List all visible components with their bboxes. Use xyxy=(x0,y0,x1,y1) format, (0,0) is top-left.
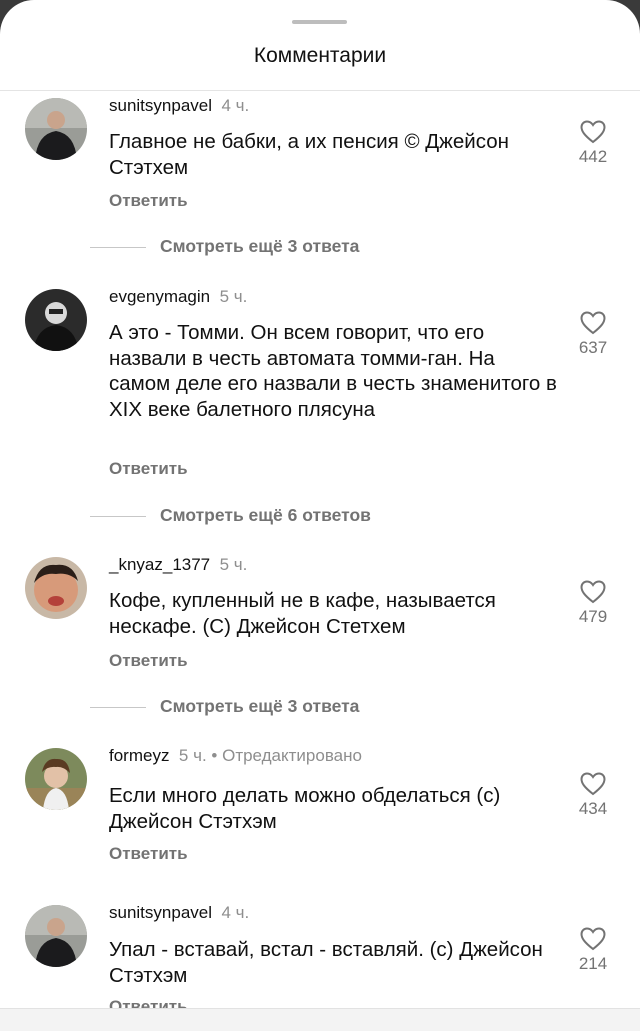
comment-text: Если много делать можно обделаться (с) Д… xyxy=(109,784,501,833)
view-more-replies-label: Смотреть ещё 3 ответа xyxy=(160,696,360,716)
comments-sheet: Комментарии sunitsynpavel 4 ч. Главное н… xyxy=(0,0,640,1031)
heart-icon[interactable] xyxy=(580,927,606,951)
avatar[interactable] xyxy=(25,98,87,160)
like-control: 434 xyxy=(568,772,618,819)
comment-username[interactable]: _knyaz_1377 xyxy=(109,555,210,574)
view-more-replies[interactable]: Смотреть ещё 6 ответов xyxy=(90,505,371,526)
comment-meta: _knyaz_1377 5 ч. xyxy=(109,555,247,575)
like-control: 479 xyxy=(568,580,618,627)
like-control: 637 xyxy=(568,311,618,358)
comment-meta: formeyz 5 ч. • Отредактировано xyxy=(109,746,362,766)
comment-username[interactable]: evgenymagin xyxy=(109,287,210,306)
like-control: 214 xyxy=(568,927,618,974)
edited-label: • Отредактировано xyxy=(211,746,362,765)
comment-text: Кофе, купленный не в кафе, называется не… xyxy=(109,589,496,638)
like-count: 214 xyxy=(578,954,608,973)
like-count: 479 xyxy=(578,607,608,626)
comment-meta: sunitsynpavel 4 ч. xyxy=(109,903,249,923)
like-count: 434 xyxy=(578,799,608,818)
like-count: 442 xyxy=(578,147,608,166)
reply-button[interactable]: Ответить xyxy=(109,191,188,211)
heart-icon[interactable] xyxy=(580,580,606,604)
comment-meta: sunitsynpavel 4 ч. xyxy=(109,96,249,116)
reply-button[interactable]: Ответить xyxy=(109,459,188,479)
comment-text: Упал - вставай, встал - вставляй. (с) Дж… xyxy=(109,938,543,987)
view-more-replies[interactable]: Смотреть ещё 3 ответа xyxy=(90,696,359,717)
sheet-drag-handle[interactable] xyxy=(292,20,347,24)
heart-icon[interactable] xyxy=(580,120,606,144)
comment-time: 5 ч. xyxy=(219,555,248,574)
view-more-replies-label: Смотреть ещё 3 ответа xyxy=(160,236,360,256)
comment-text: А это - Томми. Он всем говорит, что его … xyxy=(109,321,557,421)
page-title: Комментарии xyxy=(253,44,387,67)
avatar[interactable] xyxy=(25,748,87,810)
comment-time: 5 ч. xyxy=(178,746,207,765)
comment-time: 5 ч. xyxy=(219,287,248,306)
comment-text: Главное не бабки, а их пенсия © Джейсон … xyxy=(109,130,509,179)
avatar[interactable] xyxy=(25,289,87,351)
like-control: 442 xyxy=(568,120,618,167)
comment-time: 4 ч. xyxy=(221,96,250,115)
comment-username[interactable]: sunitsynpavel xyxy=(109,903,212,922)
heart-icon[interactable] xyxy=(580,772,606,796)
view-more-replies-label: Смотреть ещё 6 ответов xyxy=(160,505,371,525)
comment-username[interactable]: formeyz xyxy=(109,746,169,765)
comment-meta: evgenymagin 5 ч. xyxy=(109,287,247,307)
view-more-replies[interactable]: Смотреть ещё 3 ответа xyxy=(90,236,359,257)
divider-line xyxy=(90,706,146,708)
divider-line xyxy=(90,515,146,517)
comment-input-bar[interactable] xyxy=(0,1008,640,1031)
like-count: 637 xyxy=(578,338,608,357)
comment-username[interactable]: sunitsynpavel xyxy=(109,96,212,115)
comment-time: 4 ч. xyxy=(221,903,250,922)
divider-line xyxy=(90,246,146,248)
avatar[interactable] xyxy=(25,557,87,619)
reply-button[interactable]: Ответить xyxy=(109,651,188,671)
avatar[interactable] xyxy=(25,905,87,967)
reply-button[interactable]: Ответить xyxy=(109,844,188,864)
header-divider xyxy=(0,90,640,91)
heart-icon[interactable] xyxy=(580,311,606,335)
